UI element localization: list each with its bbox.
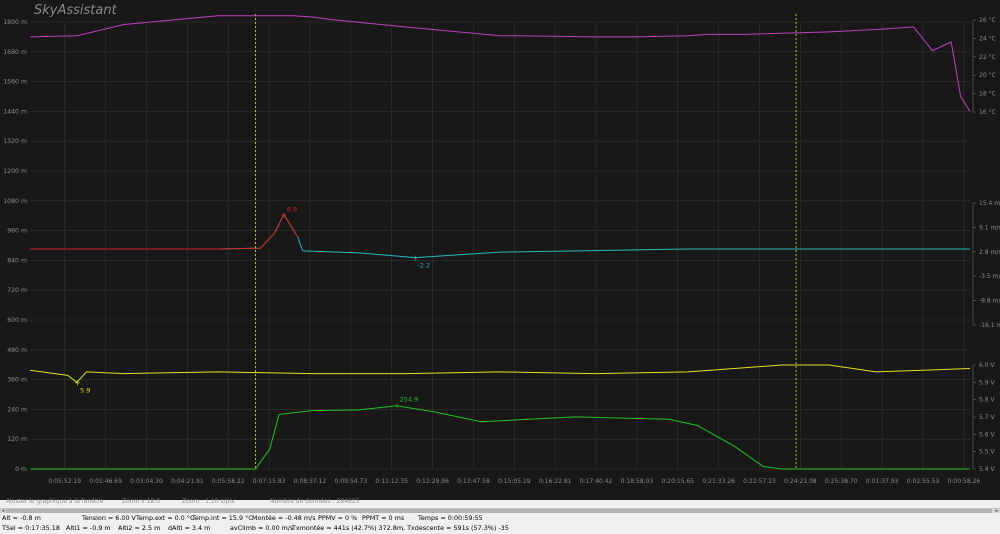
x-tick-label: 0:05:52.19 [48,478,81,485]
series-altitude-line [29,15,971,112]
temp-axis-tick-label: 26 °C [979,17,996,24]
x-tick-label: 0:24:21.08 [784,478,817,485]
voltage-axis-tick-label: 5.7 V [979,414,995,421]
vario-axis-tick-label: 2.8 m/s [979,249,1000,256]
temp-axis-tick-label: 18 °C [979,91,996,98]
x-tick-label: 0:12:29.96 [416,478,449,485]
y-left-tick-label: 1200 m [3,168,27,175]
y-left-tick-label: 120 m [7,436,27,443]
vario-axis-tick-label: 9.1 m/s [979,224,1000,231]
annotation-label: -2.2 [417,262,430,270]
vario-axis-tick-label: -3.5 m/s [979,273,1000,280]
y-left-tick-label: 600 m [7,317,27,324]
status-zoom-x: Zoom x 18.0 [122,498,161,505]
y-left-tick-label: 1080 m [3,198,27,205]
info-temp-int: Temp.int = 15.9 °C [192,514,253,522]
chart-area[interactable]: 1800 m 1680 m 1560 m 1440 m 1320 m 1200 m 1080… [0,0,1000,500]
series-vario-line [30,213,970,259]
y-left-tick-label: 960 m [7,228,27,235]
x-tick-label: 0:03:04.30 [130,478,163,485]
y-left-tick-label: 1320 m [3,138,27,145]
x-tick-label: 0:16:22.81 [539,478,572,485]
voltage-axis-tick-label: 5.9 V [979,379,995,386]
x-tick-label: 0:18:58.03 [621,478,654,485]
temp-axis-tick-label: 20 °C [979,72,996,79]
y-left-tick-label: 1440 m [3,108,27,115]
x-tick-label: 0:08:37.12 [294,478,327,485]
info-temp-ext: Temp.ext = 0.0 °C [136,514,195,522]
voltage-axis-tick-label: 5.5 V [979,449,995,456]
annotation-label: 5.9 [80,386,90,394]
app-window: 1800 m 1680 m 1560 m 1440 m 1320 m 1200 m 1080… [0,0,1000,534]
chart-status-bar: Ajuster le graphique à la fenêtre Zoom x… [0,498,1000,508]
x-tick-label: 0:09:54.73 [334,478,367,485]
y-left-tick-label: 240 m [7,406,27,413]
y-left-tick-label: 0 m [15,466,27,473]
y-left-tick-label: 1560 m [3,79,27,86]
info-dalti: dAlti = 3.4 m [168,524,211,532]
annotation-label: 254.9 [400,396,419,404]
x-tick-label: 0:01:37.93 [866,478,899,485]
status-count: Nombre de données : 284625 [270,498,360,505]
voltage-axis-tick-label: 5.6 V [979,431,995,438]
info-alti2: Alti2 = 2.5 m [118,524,161,532]
chart-svg[interactable]: 1800 m 1680 m 1560 m 1440 m 1320 m 1200 m 1080… [0,0,1000,498]
vario-axis-tick-label: -9.8 m/s [979,298,1000,305]
voltage-axis-tick-label: 6.0 V [979,362,995,369]
x-tick-label: 0:02:55.53 [907,478,940,485]
y-left-tick-label: 840 m [7,257,27,264]
info-avclimb: avClimb = 0.00 m/s [230,524,294,532]
x-tick-label: 0:21:33.26 [702,478,735,485]
status-fit[interactable]: Ajuster le graphique à la fenêtre [6,498,103,505]
vario-axis-tick-label: -16.1 m/s [979,322,1000,329]
info-panel: Alt = -0.8 m Tension = 6.00 V Temp.ext =… [0,513,1000,534]
x-tick-label: 0:05:58.22 [212,478,245,485]
info-tx: Txmontée = 441s (42.7%) 372.8m, Txdescen… [292,524,509,532]
status-zoom-s: Zoom : 1.10 s/pix [182,498,235,505]
y-left-tick-label: 1800 m [3,19,27,26]
y-left-tick-label: 1680 m [3,49,27,56]
x-tick-label: 0:15:05.19 [498,478,531,485]
x-tick-label: 0:04:21.91 [171,478,204,485]
info-tsel: TSel = 0:17:35.18 [2,524,60,532]
y-left-tick-label: 720 m [7,287,27,294]
info-alti1: Alti1 = -0.9 m [66,524,111,532]
temp-axis-tick-label: 22 °C [979,54,996,61]
temp-axis-tick-label: 16 °C [979,109,996,116]
x-tick-label: 0:00:58.26 [948,478,981,485]
x-tick-label: 0:25:38.70 [825,478,858,485]
vario-axis-tick-label: 15.4 m/s [979,200,1000,207]
x-tick-label: 0:20:15.65 [661,478,694,485]
temp-axis-tick-label: 24 °C [979,35,996,42]
y-left-tick-label: 480 m [7,347,27,354]
y-left-tick-label: 360 m [7,377,27,384]
app-title: SkyAssistant [34,3,117,18]
x-tick-label: 0:13:47.58 [457,478,490,485]
info-ppmv: PPMV = 0 % [318,514,358,522]
info-montee: Montée = -0.48 m/s [252,514,316,522]
series-green-line [30,405,970,470]
voltage-axis-tick-label: 5.8 V [979,397,995,404]
info-tension: Tension = 6.00 V [82,514,136,522]
x-tick-label: 0:07:15.83 [253,478,286,485]
info-temps: Temps = 0:00:59:55 [418,514,483,522]
annotation-label: 8.9 [287,205,297,213]
x-tick-label: 0:01:46.69 [89,478,122,485]
x-tick-label: 0:11:12.35 [375,478,408,485]
series-vario-climb-line [30,213,299,250]
info-ppmt: PPMT = 0 ms [362,514,405,522]
info-alt: Alt = -0.8 m [2,514,41,522]
x-tick-label: 0:22:57.23 [743,478,776,485]
voltage-axis-tick-label: 5.4 V [979,466,995,473]
x-tick-label: 0:17:40.42 [580,478,613,485]
